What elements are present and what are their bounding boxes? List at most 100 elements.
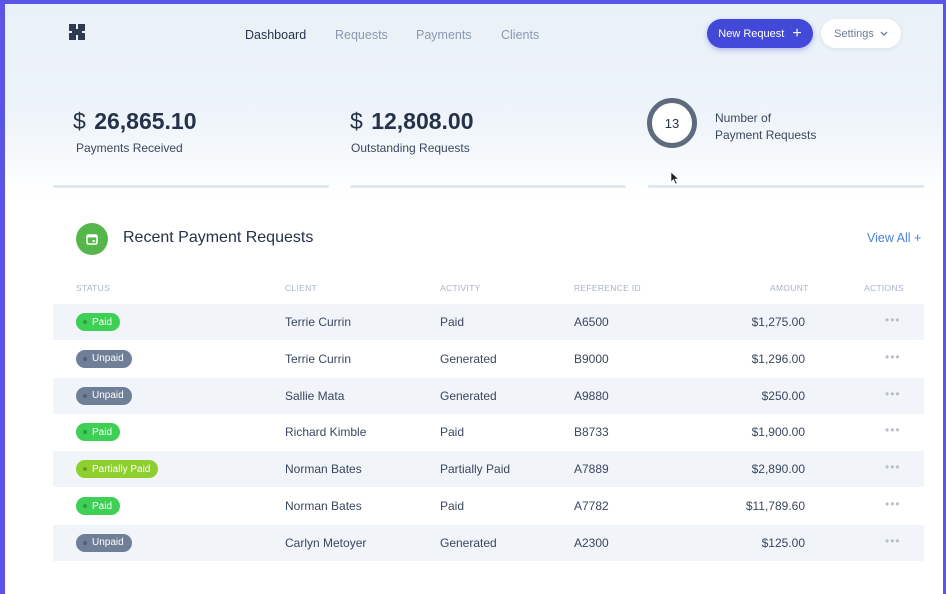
calendar-icon <box>76 223 108 255</box>
status-badge: Paid <box>76 313 121 331</box>
client-name: Carlyn Metoyer <box>285 535 367 550</box>
divider <box>53 185 329 188</box>
activity: Paid <box>440 315 465 329</box>
column-header-amount: AMOUNT <box>770 283 809 293</box>
status-label: Unpaid <box>92 537 124 549</box>
amount: $11,789.60 <box>745 499 805 513</box>
payments-received-label: Payments Received <box>76 141 183 155</box>
divider <box>350 185 626 188</box>
client-name: Terrie Currin <box>285 351 352 366</box>
requests-label-line2: Payment Requests <box>715 128 817 142</box>
currency-symbol: $ <box>350 108 363 134</box>
more-dots-icon[interactable]: ••• <box>885 350 901 364</box>
amount: $250.00 <box>761 388 805 403</box>
more-dots-icon[interactable]: ••• <box>885 534 901 548</box>
reference-id: A7782 <box>574 499 609 513</box>
reference-id: A7889 <box>574 462 609 477</box>
plus-icon: + <box>792 24 802 42</box>
more-dots-icon[interactable]: ••• <box>885 313 901 327</box>
client-name: Norman Bates <box>285 499 362 513</box>
more-dots-icon[interactable]: ••• <box>885 423 901 437</box>
amount-value: 12,808.00 <box>371 108 474 134</box>
reference-id: A2300 <box>574 535 609 550</box>
column-header-reference-id: REFERENCE ID <box>574 283 641 293</box>
requests-count-label: Number of Payment Requests <box>715 110 835 144</box>
chevron-down-icon <box>880 31 888 36</box>
status-dot <box>83 467 87 472</box>
client-name: Terrie Currin <box>285 315 352 329</box>
amount: $1,296.00 <box>751 351 805 366</box>
activity: Partially Paid <box>440 462 511 477</box>
more-dots-icon[interactable]: ••• <box>885 497 901 511</box>
status-dot <box>83 540 87 545</box>
amount: $125.00 <box>761 535 805 550</box>
client-name: Sallie Mata <box>285 388 345 403</box>
settings-label: Settings <box>834 27 874 40</box>
status-dot <box>83 504 87 508</box>
nav-requests[interactable]: Requests <box>335 28 388 42</box>
requests-count: 13 <box>664 115 680 131</box>
column-header-client: CLIENT <box>285 283 318 293</box>
table-row[interactable]: Unpaid Sallie Mata Generated A9880 $250.00 ••… <box>53 377 924 414</box>
status-badge: Unpaid <box>76 386 132 405</box>
section-title: Recent Payment Requests <box>123 229 314 246</box>
status-label: Paid <box>92 500 113 512</box>
status-badge: Paid <box>76 423 121 442</box>
activity: Generated <box>440 351 497 366</box>
column-header-status: STATUS <box>76 283 111 293</box>
divider <box>648 185 924 188</box>
status-label: Unpaid <box>92 390 124 402</box>
table-row[interactable]: Unpaid Carlyn Metoyer Generated A2300 $125.0… <box>53 524 924 561</box>
table-row[interactable]: Paid Norman Bates Paid A7782 $11,789.60 ••• <box>53 488 924 524</box>
amount: $1,275.00 <box>751 315 805 329</box>
nav-payments[interactable]: Payments <box>416 28 472 42</box>
amount: $2,890.00 <box>751 462 805 477</box>
app-window: Dashboard Requests Payments Clients New … <box>0 0 946 594</box>
payments-received-amount: $ 26,865.10 <box>73 108 197 135</box>
settings-button[interactable]: Settings <box>821 19 901 48</box>
activity: Generated <box>440 535 497 550</box>
reference-id: B8733 <box>574 425 609 440</box>
logo-icon[interactable] <box>69 24 85 40</box>
status-badge: Unpaid <box>76 349 132 368</box>
client-name: Norman Bates <box>285 462 362 477</box>
view-all-link[interactable]: View All + <box>867 231 921 245</box>
reference-id: A6500 <box>574 315 609 329</box>
activity: Generated <box>440 388 497 403</box>
status-badge: Partially Paid <box>76 460 159 479</box>
table-row[interactable]: Paid Terrie Currin Paid A6500 $1,275.00 ••• <box>53 304 924 340</box>
table-row[interactable]: Unpaid Terrie Currin Generated B9000 $1,296.… <box>53 341 924 377</box>
requests-label-line1: Number of <box>715 111 772 125</box>
more-dots-icon[interactable]: ••• <box>885 460 901 474</box>
reference-id: A9880 <box>574 388 609 403</box>
status-dot <box>83 430 87 435</box>
outstanding-label: Outstanding Requests <box>351 141 470 155</box>
status-badge: Unpaid <box>76 533 132 552</box>
new-request-label: New Request <box>718 27 785 40</box>
new-request-button[interactable]: New Request + <box>707 19 813 48</box>
currency-symbol: $ <box>73 108 86 134</box>
status-label: Paid <box>92 426 113 438</box>
table-row[interactable]: Partially Paid Norman Bates Partially Paid… <box>53 451 924 488</box>
column-header-actions: ACTIONS <box>864 283 904 293</box>
status-dot <box>83 356 87 361</box>
amount: $1,900.00 <box>751 425 805 440</box>
status-badge: Paid <box>76 497 121 515</box>
status-label: Paid <box>92 316 113 328</box>
nav-clients[interactable]: Clients <box>501 28 539 42</box>
status-dot <box>83 393 87 398</box>
status-label: Unpaid <box>92 353 124 365</box>
status-label: Partially Paid <box>92 463 151 475</box>
status-dot <box>83 320 87 324</box>
column-header-activity: ACTIVITY <box>440 283 481 293</box>
mouse-cursor-icon <box>670 171 680 185</box>
requests-count-ring: 13 <box>647 98 697 148</box>
amount-value: 26,865.10 <box>94 108 197 134</box>
nav-dashboard[interactable]: Dashboard <box>245 28 306 42</box>
activity: Paid <box>440 425 465 440</box>
activity: Paid <box>440 499 465 513</box>
table-row[interactable]: Paid Richard Kimble Paid B8733 $1,900.00 ••• <box>53 414 924 450</box>
reference-id: B9000 <box>574 351 609 366</box>
more-dots-icon[interactable]: ••• <box>885 387 901 401</box>
client-name: Richard Kimble <box>285 425 367 440</box>
